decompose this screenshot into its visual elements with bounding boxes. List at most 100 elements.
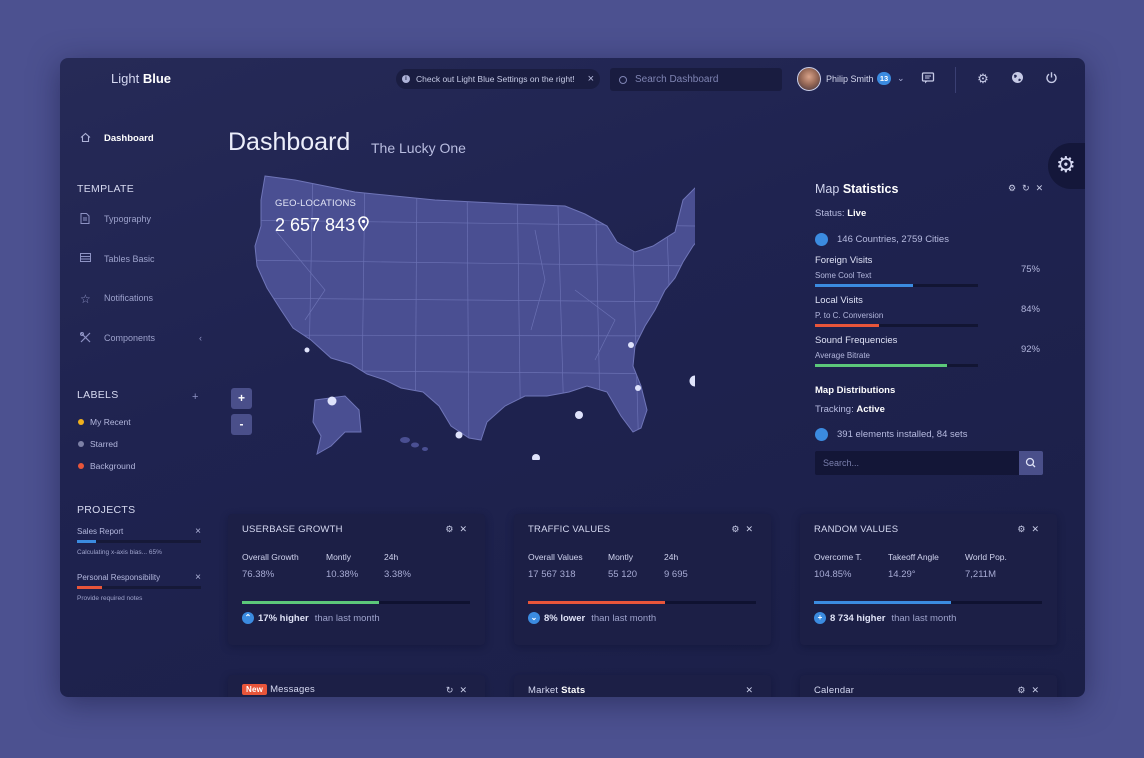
zoom-out-button[interactable]: - bbox=[231, 414, 252, 435]
logo-light-text: Light bbox=[111, 71, 140, 86]
calendar-title: Calendar bbox=[814, 685, 855, 696]
search-placeholder: Search Dashboard bbox=[635, 74, 719, 85]
location-icon bbox=[815, 233, 828, 246]
close-icon[interactable]: ✕ bbox=[745, 685, 759, 695]
gear-icon bbox=[815, 428, 828, 441]
metric-value: 104.85% bbox=[814, 569, 852, 580]
settings-icon[interactable]: ⚙ bbox=[445, 524, 459, 534]
sidebar-item-notifications[interactable]: ☆ Notifications bbox=[80, 292, 153, 306]
messages-title: New Messages bbox=[242, 684, 315, 695]
close-icon[interactable]: ✕ bbox=[459, 524, 473, 534]
footer-bold: 8 734 higher bbox=[830, 612, 886, 624]
sidebar-item-dashboard[interactable]: Dashboard bbox=[80, 132, 154, 144]
stat-bar bbox=[815, 324, 978, 327]
widget-calendar: Calendar ⚙✕ bbox=[800, 675, 1057, 697]
close-project-icon[interactable]: × bbox=[195, 526, 201, 537]
app-logo[interactable]: Light Blue bbox=[111, 71, 171, 86]
metric-value: 3.38% bbox=[384, 569, 411, 580]
sidebar-item-tables-basic[interactable]: Tables Basic bbox=[80, 253, 155, 265]
stat-sub: P. to C. Conversion bbox=[815, 311, 884, 320]
power-icon[interactable] bbox=[1043, 71, 1059, 87]
project-sales-report[interactable]: Sales Report × Calculating x-axis bias..… bbox=[77, 526, 201, 556]
close-project-icon[interactable]: × bbox=[195, 572, 201, 583]
label-dot bbox=[78, 463, 84, 469]
close-icon[interactable]: ✕ bbox=[1031, 685, 1045, 695]
widget-footer: + 8 734 higher than last month bbox=[814, 612, 956, 624]
map-status: Status: Live bbox=[815, 208, 866, 219]
stat-percent: 75% bbox=[1020, 264, 1040, 275]
close-icon[interactable]: ✕ bbox=[1031, 524, 1045, 534]
footer-text: than last month bbox=[891, 612, 957, 624]
stat-name: Foreign Visits bbox=[815, 255, 873, 266]
user-name[interactable]: Philip Smith bbox=[826, 74, 874, 84]
label-my-recent[interactable]: My Recent bbox=[78, 417, 131, 427]
label-starred[interactable]: Starred bbox=[78, 439, 118, 449]
settings-icon[interactable]: ⚙ bbox=[1017, 685, 1031, 695]
project-note: Provide required notes bbox=[77, 595, 143, 602]
gear-icon[interactable]: ⚙ bbox=[975, 71, 991, 87]
chevron-down-icon[interactable]: ⌄ bbox=[897, 73, 905, 84]
settings-icon[interactable]: ⚙ bbox=[1017, 524, 1031, 534]
title-bold: Stats bbox=[561, 685, 586, 696]
widget-progress-fill bbox=[528, 601, 665, 604]
widget-progress-bar bbox=[814, 601, 1042, 604]
notification-count-badge[interactable]: 13 bbox=[877, 72, 891, 85]
refresh-icon[interactable]: ↻ bbox=[1022, 183, 1036, 193]
settings-icon[interactable]: ⚙ bbox=[731, 524, 745, 534]
map-search-input[interactable]: Search... bbox=[815, 451, 1019, 475]
settings-icon[interactable]: ⚙ bbox=[1008, 183, 1022, 193]
title-text: Messages bbox=[270, 684, 315, 695]
close-icon[interactable]: ✕ bbox=[459, 685, 473, 695]
labels-heading: LABELS bbox=[77, 389, 119, 401]
label-dot bbox=[78, 441, 84, 447]
close-notice-icon[interactable]: × bbox=[588, 73, 594, 85]
label-background[interactable]: Background bbox=[78, 461, 135, 471]
table-icon bbox=[80, 253, 92, 265]
zoom-in-button[interactable]: + bbox=[231, 388, 252, 409]
project-progress-fill bbox=[77, 586, 102, 589]
dashboard-search-input[interactable]: Search Dashboard bbox=[610, 68, 782, 91]
map-distributions-heading: Map Distributions bbox=[815, 385, 896, 396]
gear-icon: ⚙ bbox=[1056, 152, 1076, 177]
stat-bar bbox=[815, 284, 978, 287]
map-search-placeholder: Search... bbox=[823, 458, 860, 468]
star-icon: ☆ bbox=[80, 292, 91, 306]
logo-bold-text: Blue bbox=[142, 71, 171, 86]
header-divider bbox=[955, 67, 956, 93]
home-icon bbox=[80, 132, 92, 144]
elements-row: 391 elements installed, 84 sets bbox=[815, 428, 967, 441]
close-icon[interactable]: ✕ bbox=[1036, 183, 1050, 193]
refresh-icon[interactable]: ↻ bbox=[446, 685, 460, 695]
tracking-value: Active bbox=[856, 404, 885, 415]
plus-icon: + bbox=[814, 612, 826, 624]
map-statistics-controls: ⚙↻✕ bbox=[1008, 183, 1049, 194]
market-stats-title: Market Stats bbox=[528, 685, 585, 696]
project-name: Sales Report bbox=[77, 527, 124, 536]
metric-label: Overall Growth bbox=[242, 552, 299, 562]
settings-gear-tab[interactable]: ⚙ bbox=[1048, 143, 1085, 189]
search-icon bbox=[1025, 457, 1036, 468]
countries-text: 146 Countries, 2759 Cities bbox=[837, 234, 949, 245]
widget-progress-bar bbox=[528, 601, 756, 604]
metric-label: Montly bbox=[608, 552, 634, 562]
metric-value: 55 120 bbox=[608, 569, 638, 580]
stat-local-visits: Local Visits P. to C. Conversion 84% bbox=[815, 295, 1040, 327]
sidebar-item-label: Dashboard bbox=[104, 132, 154, 144]
stat-bar-fill bbox=[815, 324, 879, 327]
info-icon: i bbox=[402, 75, 410, 83]
stat-bar-fill bbox=[815, 364, 948, 367]
add-label-button[interactable]: + bbox=[192, 391, 198, 403]
close-icon[interactable]: ✕ bbox=[745, 524, 759, 534]
countries-row: 146 Countries, 2759 Cities bbox=[815, 233, 949, 246]
project-progress-bar bbox=[77, 586, 201, 589]
map-search-button[interactable] bbox=[1019, 451, 1043, 475]
sidebar-item-components[interactable]: Components ‹ bbox=[80, 332, 202, 344]
stat-foreign-visits: Foreign Visits Some Cool Text 75% bbox=[815, 255, 1040, 287]
avatar[interactable] bbox=[797, 67, 821, 91]
messages-icon[interactable] bbox=[920, 71, 936, 87]
project-personal-responsibility[interactable]: Personal Responsibility × Provide requir… bbox=[77, 572, 201, 602]
metric-value: 7,211M bbox=[965, 569, 996, 580]
sidebar-item-typography[interactable]: Typography bbox=[80, 213, 151, 225]
metric-label: Overall Values bbox=[528, 552, 583, 562]
globe-icon[interactable] bbox=[1009, 71, 1025, 87]
